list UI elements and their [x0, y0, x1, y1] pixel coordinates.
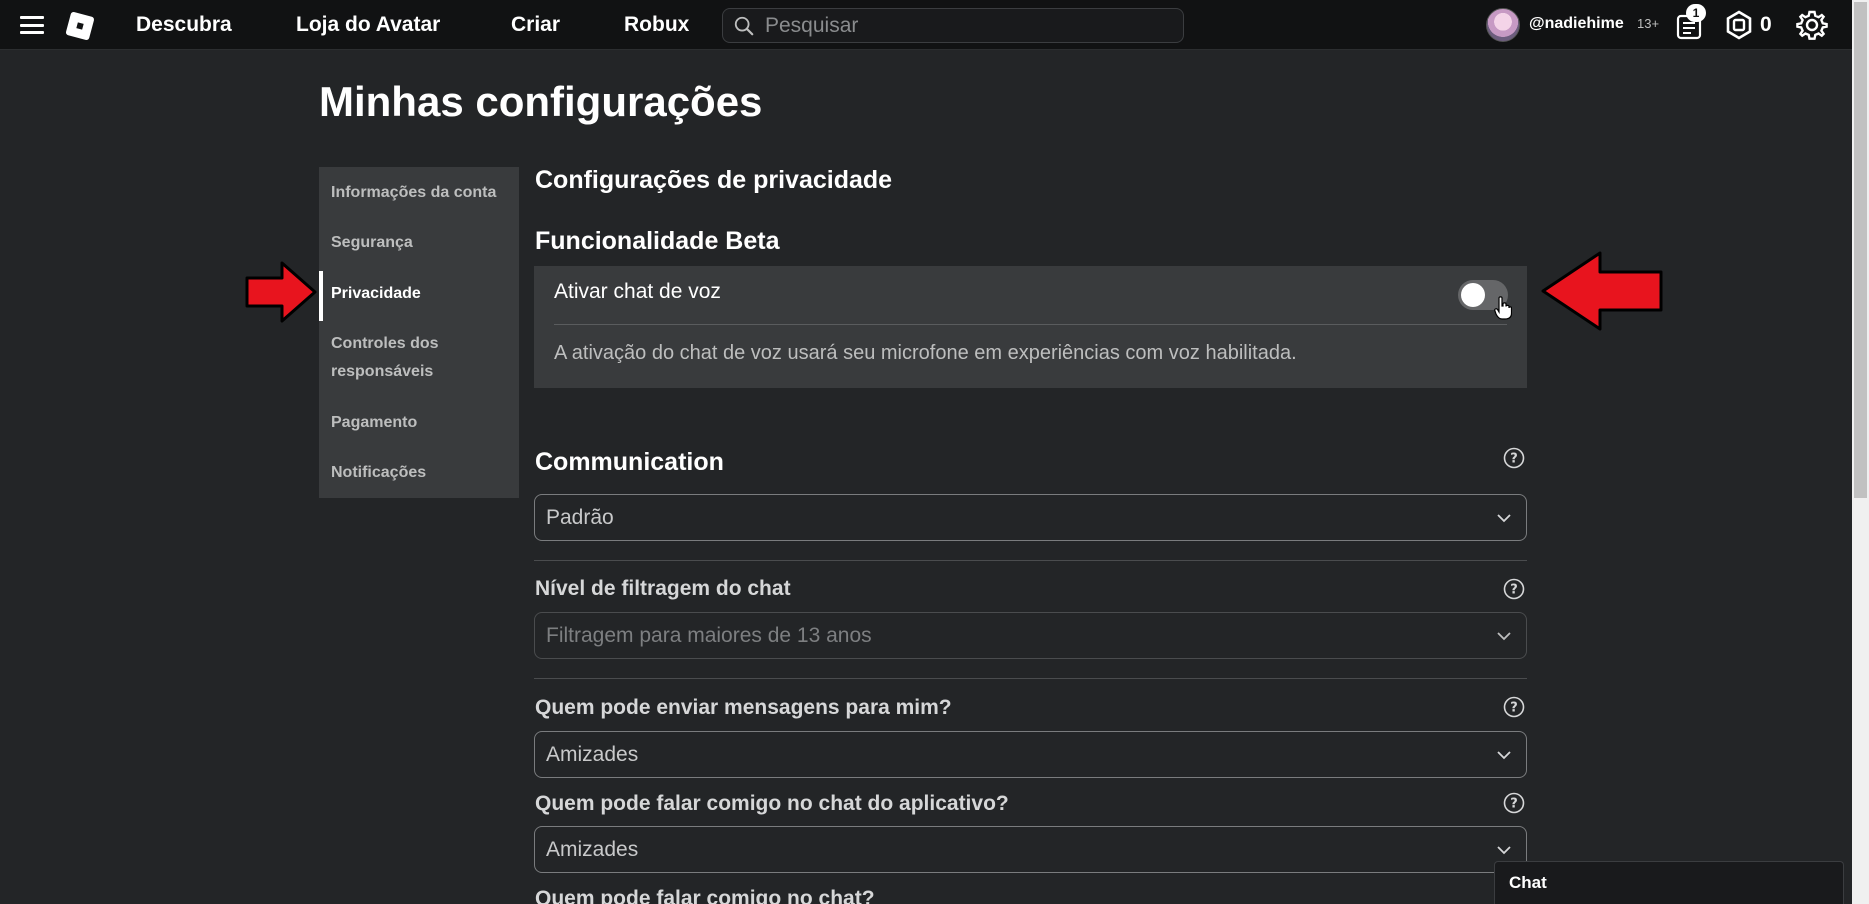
- who-can-app-chat-select[interactable]: Amizades: [534, 826, 1527, 873]
- who-can-app-chat-label: Quem pode falar comigo no chat do aplica…: [535, 792, 1009, 815]
- communication-select[interactable]: Padrão: [534, 494, 1527, 541]
- page-title: Minhas configurações: [319, 78, 763, 125]
- nav-robux[interactable]: Robux: [624, 13, 689, 37]
- avatar[interactable]: [1486, 8, 1520, 42]
- who-can-message-select[interactable]: Amizades: [534, 731, 1527, 778]
- robux-balance[interactable]: 0: [1760, 13, 1772, 37]
- hand-cursor-icon: [1494, 296, 1512, 320]
- settings-sidebar: Informações da conta Segurança Privacida…: [319, 167, 519, 498]
- who-can-message-value: Amizades: [546, 743, 639, 766]
- menu-icon[interactable]: [20, 16, 44, 34]
- divider: [534, 678, 1527, 679]
- help-icon[interactable]: ?: [1503, 578, 1525, 600]
- voice-chat-description: A ativação do chat de voz usará seu micr…: [554, 342, 1297, 364]
- help-icon[interactable]: ?: [1503, 447, 1525, 469]
- chat-filter-select: Filtragem para maiores de 13 anos: [534, 612, 1527, 659]
- svg-text:?: ?: [1510, 797, 1518, 812]
- gear-icon[interactable]: [1796, 9, 1828, 41]
- help-icon[interactable]: ?: [1503, 792, 1525, 814]
- sidebar-item-privacy[interactable]: Privacidade: [319, 271, 519, 321]
- robux-icon[interactable]: [1724, 10, 1754, 40]
- chat-label: Chat: [1509, 873, 1547, 892]
- svg-text:?: ?: [1510, 452, 1518, 467]
- voice-chat-panel: Ativar chat de voz A ativação do chat de…: [534, 266, 1527, 388]
- red-arrow-left-icon: [1541, 251, 1663, 331]
- who-can-chat-label: Quem pode falar comigo no chat?: [535, 887, 875, 904]
- sidebar-item-security[interactable]: Segurança: [319, 229, 519, 257]
- chevron-down-icon: [1497, 846, 1511, 855]
- toggle-knob: [1461, 283, 1485, 307]
- red-arrow-right-icon: [245, 261, 317, 323]
- help-icon[interactable]: ?: [1503, 696, 1525, 718]
- chat-filter-value: Filtragem para maiores de 13 anos: [546, 624, 872, 647]
- notification-badge: 1: [1686, 4, 1706, 22]
- communication-heading: Communication: [535, 448, 724, 476]
- roblox-logo[interactable]: [65, 11, 95, 41]
- sidebar-item-notifications[interactable]: Notificações: [319, 459, 519, 487]
- search-bar: [722, 8, 1184, 43]
- chevron-down-icon: [1497, 632, 1511, 641]
- chat-filter-label: Nível de filtragem do chat: [535, 577, 791, 600]
- sidebar-item-parental-controls[interactable]: Controles dos responsáveis: [319, 330, 489, 386]
- privacy-settings-heading: Configurações de privacidade: [535, 166, 893, 194]
- chevron-down-icon: [1497, 514, 1511, 523]
- search-icon: [734, 16, 754, 36]
- divider: [534, 560, 1527, 561]
- beta-feature-heading: Funcionalidade Beta: [535, 227, 780, 255]
- search-input[interactable]: [765, 11, 1175, 40]
- nav-avatar-shop[interactable]: Loja do Avatar: [296, 13, 440, 37]
- communication-value: Padrão: [546, 506, 614, 529]
- chat-widget[interactable]: Chat: [1494, 861, 1844, 904]
- age-badge: 13+: [1637, 16, 1660, 31]
- voice-chat-label: Ativar chat de voz: [554, 280, 721, 303]
- who-can-app-chat-value: Amizades: [546, 838, 639, 861]
- username[interactable]: @nadiehime: [1529, 15, 1624, 33]
- nav-create[interactable]: Criar: [511, 13, 560, 37]
- who-can-message-label: Quem pode enviar mensagens para mim?: [535, 696, 952, 719]
- scrollbar-thumb[interactable]: [1854, 2, 1867, 498]
- top-navigation-bar: Descubra Loja do Avatar Criar Robux @nad…: [0, 0, 1852, 50]
- divider: [554, 324, 1507, 325]
- svg-text:?: ?: [1510, 701, 1518, 716]
- sidebar-item-account-info[interactable]: Informações da conta: [319, 179, 519, 207]
- page-scrollbar[interactable]: [1852, 0, 1869, 904]
- nav-discover[interactable]: Descubra: [136, 13, 232, 37]
- sidebar-item-billing[interactable]: Pagamento: [319, 409, 519, 437]
- chevron-down-icon: [1497, 751, 1511, 760]
- svg-text:?: ?: [1510, 583, 1518, 598]
